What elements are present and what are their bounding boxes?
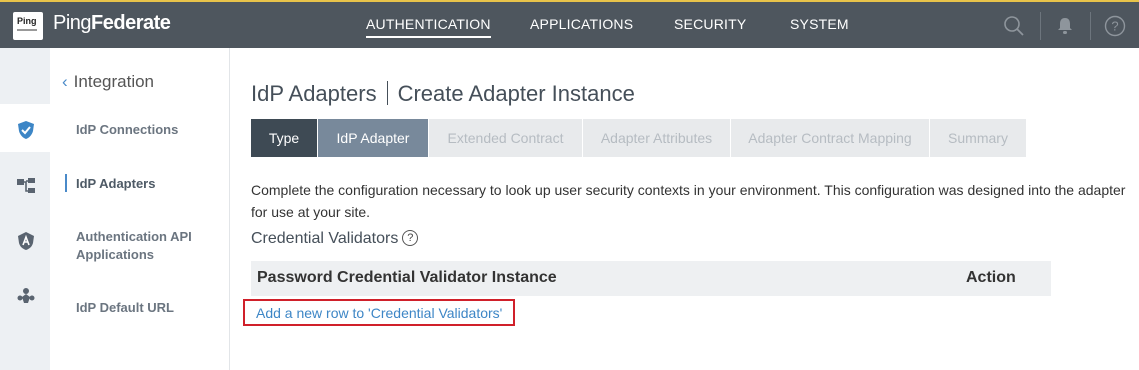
tab-adapter-contract-mapping[interactable]: Adapter Contract Mapping	[731, 119, 929, 157]
tab-adapter-attributes[interactable]: Adapter Attributes	[583, 119, 730, 157]
nav-authentication[interactable]: AUTHENTICATION	[366, 16, 491, 38]
sidebar-item-idp-connections[interactable]: IdP Connections	[76, 121, 178, 139]
tab-type[interactable]: Type	[251, 119, 317, 157]
nav-system[interactable]: SYSTEM	[790, 16, 849, 32]
chevron-left-icon: ‹	[62, 72, 68, 91]
sidebar-back-link[interactable]: ‹ Integration	[62, 72, 154, 92]
column-header-action: Action	[966, 269, 1016, 286]
sidebar-item-idp-default-url[interactable]: IdP Default URL	[76, 299, 174, 317]
badge-icon[interactable]	[16, 231, 36, 251]
search-icon[interactable]	[1003, 15, 1025, 37]
nav-applications[interactable]: APPLICATIONS	[530, 16, 633, 32]
page-title-main: IdP Adapters	[251, 81, 377, 106]
people-icon[interactable]	[16, 286, 36, 306]
tab-extended-contract[interactable]: Extended Contract	[429, 119, 582, 157]
page-description: Complete the configuration necessary to …	[251, 182, 1126, 220]
help-icon[interactable]: ?	[402, 230, 419, 246]
hierarchy-icon[interactable]	[16, 176, 36, 196]
column-header-instance: Password Credential Validator Instance	[257, 269, 557, 286]
table-header: Password Credential Validator Instance A…	[251, 261, 1051, 296]
svg-text:?: ?	[1111, 19, 1118, 34]
add-row-link[interactable]: Add a new row to 'Credential Validators'	[256, 305, 502, 321]
tab-summary[interactable]: Summary	[930, 119, 1026, 157]
nav-security[interactable]: SECURITY	[674, 16, 746, 32]
bell-icon[interactable]	[1057, 17, 1073, 35]
active-indicator	[65, 174, 67, 192]
add-row-highlight: Add a new row to 'Credential Validators'	[243, 299, 515, 326]
sidebar: ‹ Integration IdP Connections IdP Adapter…	[50, 48, 230, 370]
ping-logo[interactable]: Ping	[13, 12, 43, 40]
sidebar-item-idp-adapters[interactable]: IdP Adapters	[76, 175, 155, 193]
tab-idp-adapter[interactable]: IdP Adapter	[318, 119, 428, 157]
section-title: Credential Validators?	[251, 230, 419, 248]
sidebar-item-authentication-api-applications[interactable]: Authentication API Applications	[76, 228, 216, 264]
page-title: IdP Adapters Create Adapter Instance	[251, 81, 635, 107]
shield-check-icon[interactable]	[16, 120, 36, 140]
page-title-sub: Create Adapter Instance	[397, 81, 635, 106]
logo-text: Ping	[17, 16, 37, 26]
top-bar: Ping PingFederate AUTHENTICATION APPLICA…	[0, 0, 1139, 48]
help-icon[interactable]: ?	[1104, 15, 1126, 37]
icon-rail	[0, 48, 50, 370]
brand-name[interactable]: PingFederate	[53, 12, 171, 35]
